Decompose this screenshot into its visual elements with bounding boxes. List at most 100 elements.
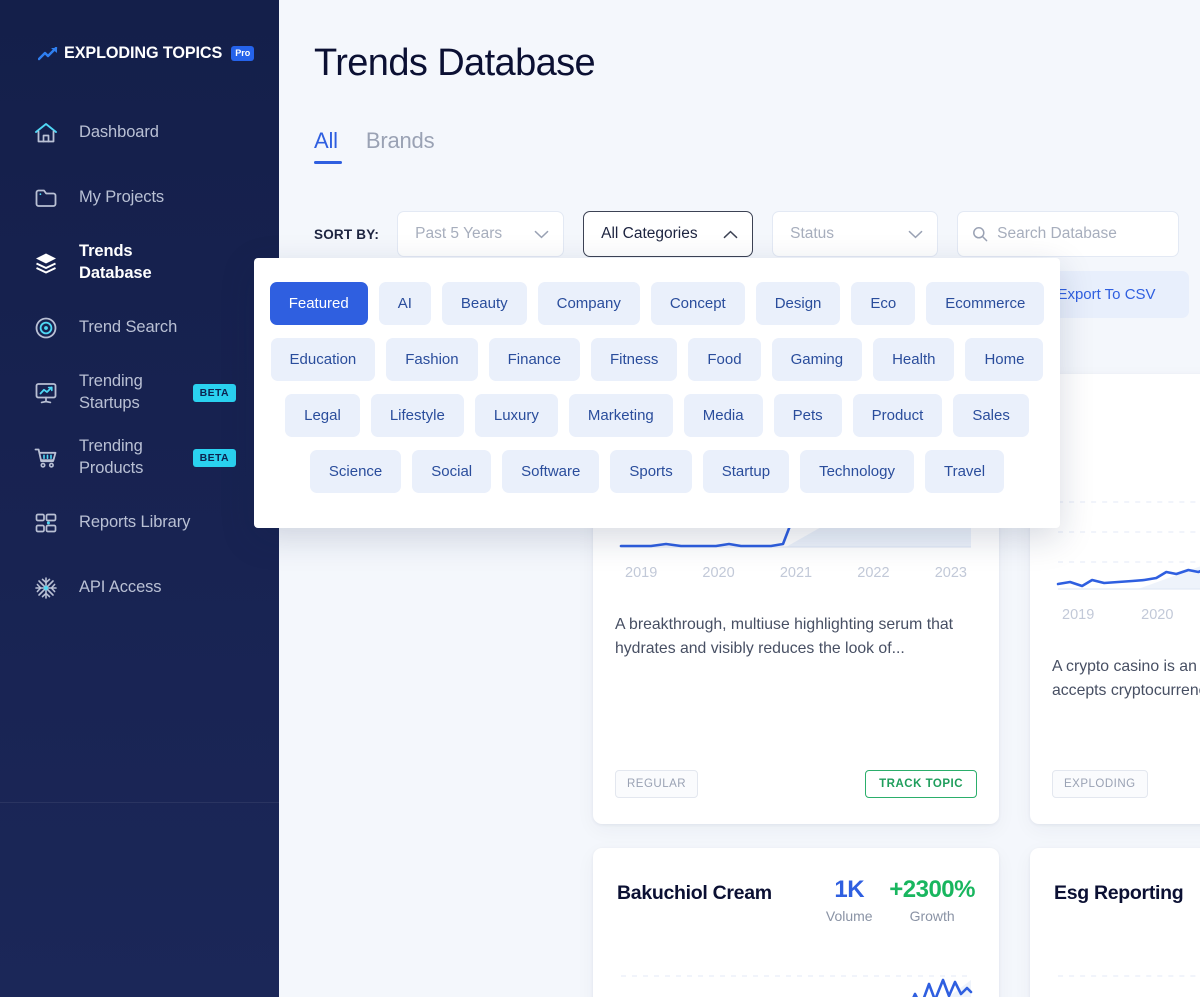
- card-header: Esg Reporting 33.1K Volume +1900% Growth: [1030, 848, 1200, 924]
- card-growth-stat: +2300% Growth: [889, 876, 975, 924]
- chart-year-axis: 2019 2020 2021 2022 2023: [1062, 607, 1200, 623]
- category-chip-ecommerce[interactable]: Ecommerce: [926, 282, 1045, 325]
- pro-badge: Pro: [231, 46, 255, 61]
- trend-chart: [611, 950, 981, 997]
- year-tick: 2019: [625, 565, 658, 581]
- category-chip-luxury[interactable]: Luxury: [474, 394, 558, 437]
- status-value: Status: [790, 225, 835, 242]
- category-chip-beauty[interactable]: Beauty: [441, 282, 527, 325]
- card-title: Esg Reporting: [1054, 882, 1184, 904]
- logo-text: EXPLODING TOPICS: [64, 44, 223, 62]
- category-chip-home[interactable]: Home: [965, 338, 1044, 381]
- timeframe-dropdown[interactable]: Past 5 Years: [397, 211, 565, 257]
- categories-dropdown-panel: Featured AI Beauty Company Concept Desig…: [254, 258, 1060, 528]
- folder-icon: [35, 189, 57, 207]
- beta-badge: BETA: [192, 448, 236, 467]
- trend-chart: [1048, 950, 1200, 997]
- category-chip-featured[interactable]: Featured: [269, 282, 368, 325]
- category-chip-ai[interactable]: AI: [378, 282, 431, 325]
- tab-all[interactable]: All: [314, 128, 342, 164]
- category-chip-science[interactable]: Science: [309, 450, 402, 493]
- app-logo[interactable]: EXPLODING TOPICS Pro: [38, 44, 255, 63]
- card-footer: REGULAR TRACK TOPIC: [615, 770, 977, 798]
- category-chip-company[interactable]: Company: [537, 282, 640, 325]
- card-footer: EXPLODING TRACK TOPIC: [1052, 770, 1200, 798]
- sidebar-item-label: Trend Search: [79, 317, 178, 336]
- sidebar-item-my-projects[interactable]: My Projects: [0, 165, 279, 230]
- year-tick: 2020: [1141, 607, 1174, 623]
- category-row: Education Fashion Finance Fitness Food G…: [254, 338, 1060, 381]
- sidebar-item-trending-startups[interactable]: Trending Startups BETA: [0, 360, 279, 425]
- category-chip-concept[interactable]: Concept: [650, 282, 745, 325]
- sidebar-item-label: Trending Products: [79, 437, 144, 477]
- sidebar-item-label: Dashboard: [79, 122, 159, 141]
- trend-card[interactable]: Esg Reporting 33.1K Volume +1900% Growth: [1030, 848, 1200, 997]
- tab-bar: All Brands: [314, 128, 435, 164]
- category-chip-legal[interactable]: Legal: [285, 394, 360, 437]
- sidebar-item-dashboard[interactable]: Dashboard: [0, 100, 279, 165]
- search-icon: [973, 227, 988, 242]
- year-tick: 2021: [779, 565, 813, 581]
- year-tick: 2023: [934, 565, 967, 581]
- category-chip-travel[interactable]: Travel: [924, 450, 1005, 493]
- category-chip-technology[interactable]: Technology: [800, 450, 914, 493]
- category-chip-marketing[interactable]: Marketing: [568, 394, 673, 437]
- chart-year-axis: 2019 2020 2021 2022 2023: [625, 565, 967, 581]
- category-chip-social[interactable]: Social: [412, 450, 492, 493]
- trend-chart: [1048, 476, 1200, 598]
- category-chip-software[interactable]: Software: [502, 450, 600, 493]
- sidebar-item-api-access[interactable]: API Access: [0, 555, 279, 620]
- category-chip-product[interactable]: Product: [852, 394, 943, 437]
- api-node-icon: [35, 576, 57, 599]
- trend-sparkline: [621, 975, 973, 997]
- card-description: A breakthrough, multiuse highlighting se…: [615, 616, 954, 657]
- trend-card[interactable]: Bakuchiol Cream 1K Volume +2300% Growth: [593, 848, 999, 997]
- category-chip-media[interactable]: Media: [683, 394, 763, 437]
- growth-caption: Growth: [909, 908, 955, 924]
- trend-sparkline: [1058, 975, 1200, 977]
- track-topic-button[interactable]: TRACK TOPIC: [865, 770, 977, 798]
- sidebar-item-label: Trending Startups: [79, 372, 143, 412]
- category-chip-education[interactable]: Education: [270, 338, 376, 381]
- sidebar-item-label: My Projects: [79, 187, 165, 206]
- category-chip-food[interactable]: Food: [688, 338, 761, 381]
- target-icon: [35, 317, 57, 338]
- category-chip-startup[interactable]: Startup: [702, 450, 790, 493]
- category-chip-fitness[interactable]: Fitness: [591, 338, 678, 381]
- tab-brands[interactable]: Brands: [366, 128, 435, 164]
- volume-value: 1K: [834, 876, 865, 903]
- search-database-box[interactable]: [957, 211, 1180, 257]
- category-chip-lifestyle[interactable]: Lifestyle: [370, 394, 464, 437]
- sidebar-item-trends-database[interactable]: Trends Database: [0, 230, 279, 295]
- search-input[interactable]: [997, 225, 1165, 243]
- sidebar-item-reports-library[interactable]: Reports Library: [0, 490, 279, 555]
- volume-caption: Volume: [825, 908, 873, 924]
- category-chip-design[interactable]: Design: [755, 282, 841, 325]
- category-chip-sales[interactable]: Sales: [953, 394, 1029, 437]
- timeframe-value: Past 5 Years: [415, 225, 503, 242]
- trend-sparkline: [1056, 501, 1200, 590]
- category-chip-eco[interactable]: Eco: [851, 282, 916, 325]
- filter-bar: SORT BY: Past 5 Years All Categories Sta…: [314, 211, 1180, 257]
- card-header: Bakuchiol Cream 1K Volume +2300% Growth: [593, 848, 999, 924]
- presentation-icon: [35, 382, 57, 403]
- category-chip-finance[interactable]: Finance: [488, 338, 580, 381]
- card-volume-stat: 1K Volume: [819, 876, 879, 924]
- beta-badge: BETA: [192, 383, 236, 402]
- sort-by-label: SORT BY:: [314, 226, 380, 242]
- sidebar-item-trend-search[interactable]: Trend Search: [0, 295, 279, 360]
- status-dropdown[interactable]: Status: [772, 211, 939, 257]
- growth-value: +2300%: [889, 876, 975, 903]
- card-title: Bakuchiol Cream: [617, 882, 772, 904]
- categories-dropdown[interactable]: All Categories: [583, 211, 754, 257]
- sidebar-item-trending-products[interactable]: Trending Products BETA: [0, 425, 279, 490]
- category-chip-gaming[interactable]: Gaming: [771, 338, 863, 381]
- category-chip-pets[interactable]: Pets: [773, 394, 842, 437]
- status-badge: REGULAR: [615, 770, 699, 798]
- category-chip-fashion[interactable]: Fashion: [386, 338, 478, 381]
- reports-icon: [35, 513, 57, 532]
- year-tick: 2019: [1062, 607, 1095, 623]
- category-row: Science Social Software Sports Startup T…: [254, 450, 1060, 493]
- category-chip-sports[interactable]: Sports: [610, 450, 692, 493]
- category-chip-health[interactable]: Health: [873, 338, 955, 381]
